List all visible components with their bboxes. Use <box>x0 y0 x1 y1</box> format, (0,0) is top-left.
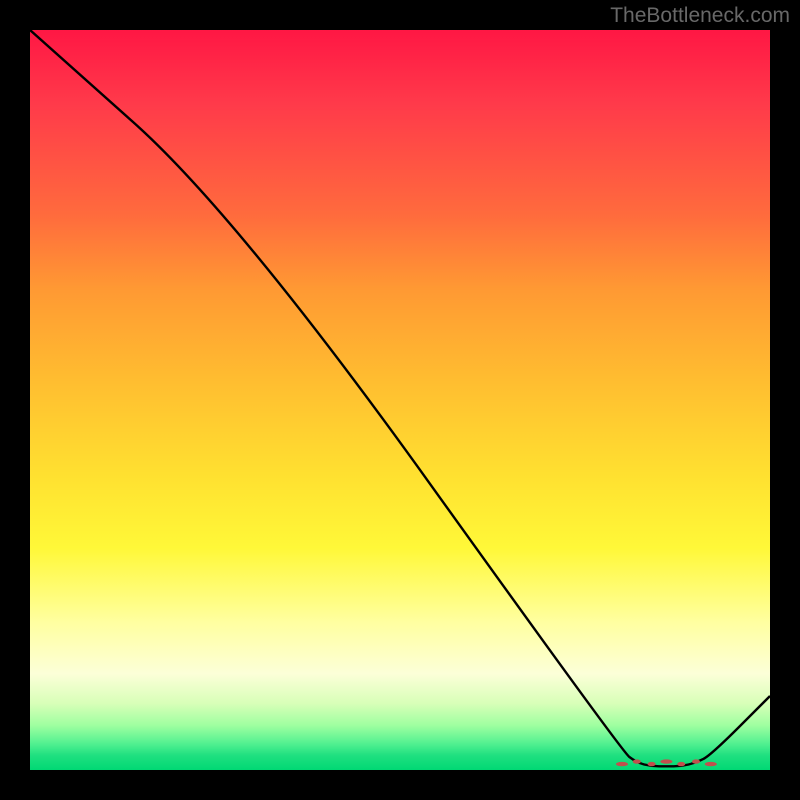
marker-dot <box>660 759 672 763</box>
watermark-text: TheBottleneck.com <box>610 4 790 28</box>
marker-dot <box>648 762 656 766</box>
marker-dot <box>705 762 717 766</box>
marker-dot <box>677 762 685 766</box>
curve-svg <box>30 30 770 770</box>
marker-dot <box>633 759 641 763</box>
chart-container: TheBottleneck.com <box>0 0 800 800</box>
marker-dot <box>692 759 700 763</box>
plot-area <box>30 30 770 770</box>
bottleneck-line <box>30 30 770 766</box>
marker-dot <box>616 762 628 766</box>
